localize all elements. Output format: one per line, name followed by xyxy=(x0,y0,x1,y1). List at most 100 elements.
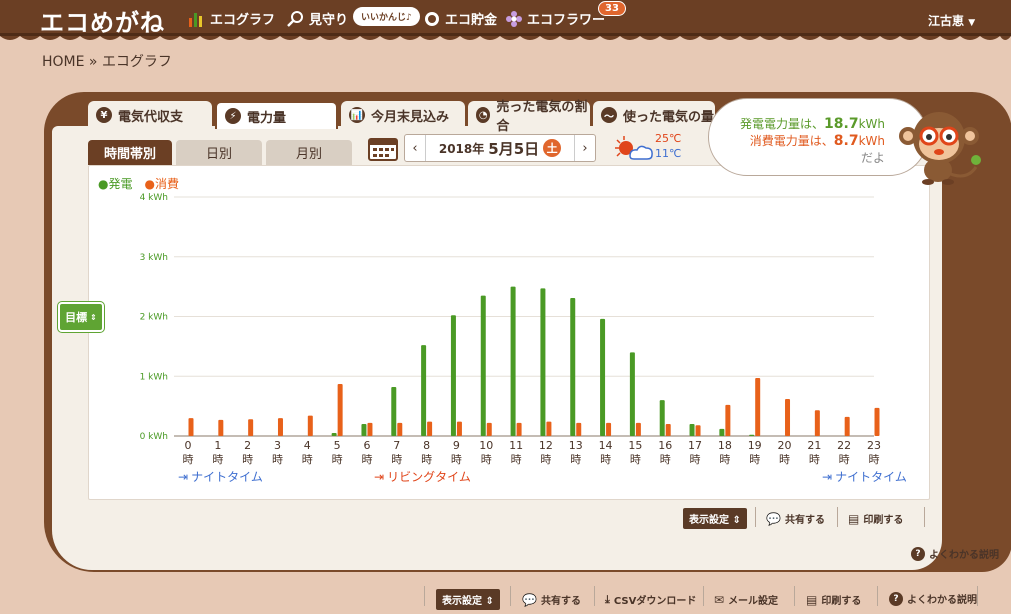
tab-label: 使った電気の量 xyxy=(623,109,715,125)
x-tick-label: 20 xyxy=(778,439,792,452)
temp-low: 11℃ xyxy=(655,147,682,160)
gen-prefix: 発電電力量は、 xyxy=(740,117,825,131)
x-tick-suffix: 時 xyxy=(690,453,701,466)
bar-generation xyxy=(331,433,337,436)
y-tick-label: 1 kWh xyxy=(140,372,168,382)
x-tick-suffix: 時 xyxy=(570,453,581,466)
prev-date-button[interactable]: ‹ xyxy=(405,141,425,156)
tab-label: 売った電気の割合 xyxy=(496,100,588,134)
x-tick-suffix: 時 xyxy=(749,453,760,466)
breadcrumb[interactable]: HOME » エコグラフ xyxy=(42,51,172,71)
bar-generation xyxy=(719,428,725,436)
tab-sold-ratio[interactable]: ◔ 売った電気の割合 xyxy=(468,100,590,134)
bar-consumption xyxy=(665,424,671,436)
bar-consumption xyxy=(606,422,612,436)
mail-label: メール設定 xyxy=(728,596,779,607)
x-tick-label: 6 xyxy=(363,439,370,452)
bar-generation xyxy=(421,345,427,436)
x-tick-label: 5 xyxy=(334,439,341,452)
bar-generation xyxy=(391,387,397,436)
bar-generation xyxy=(480,295,486,436)
x-tick-suffix: 時 xyxy=(511,453,522,466)
display-settings-button[interactable]: 表示設定 ⇕ xyxy=(683,508,747,529)
download-icon: ⤓ xyxy=(605,592,610,606)
bar-consumption xyxy=(277,418,283,436)
nav-label: エコグラフ xyxy=(210,13,276,28)
goal-button[interactable]: 目標 ⇕ xyxy=(58,302,104,332)
print-label: 印刷する xyxy=(863,515,904,526)
tab-power-amount[interactable]: ⚡ 電力量 xyxy=(215,101,338,129)
bar-generation xyxy=(749,434,755,436)
x-tick-label: 22 xyxy=(837,439,851,452)
button-label: 表示設定 xyxy=(689,515,729,526)
use-summary: 消費電力量は、8.7kWh xyxy=(750,132,885,149)
display-settings-button[interactable]: 表示設定 ⇕ xyxy=(436,589,500,610)
user-name: 江古恵 xyxy=(928,14,965,28)
date-selector: ‹ 2018年 5月5日 土 › xyxy=(404,134,596,162)
bar-consumption xyxy=(874,407,880,436)
time-zone-text: ナイトタイム xyxy=(835,470,907,484)
tab-electricity-balance[interactable]: ¥ 電気代収支 xyxy=(88,101,212,129)
x-tick-label: 23 xyxy=(867,439,881,452)
tab-month-end-forecast[interactable]: 📊 今月末見込み xyxy=(341,101,465,129)
gen-value: 18.7 xyxy=(824,116,859,132)
inner-share[interactable]: 💬 共有する xyxy=(766,511,825,527)
share-label: 共有する xyxy=(784,515,825,526)
day-of-week-badge: 土 xyxy=(543,139,562,157)
y-tick-label: 0 kWh xyxy=(140,432,168,442)
bar-consumption xyxy=(785,398,791,436)
bottom-csv-download[interactable]: ⤓ CSVダウンロード xyxy=(605,592,696,608)
bottom-display-settings[interactable]: 表示設定 ⇕ xyxy=(436,589,500,610)
gen-unit: kWh xyxy=(858,117,885,131)
divider xyxy=(703,586,704,606)
subtab-monthly[interactable]: 月別 xyxy=(266,140,352,165)
divider xyxy=(510,586,511,606)
bar-consumption xyxy=(456,421,462,436)
nav-mimamori[interactable]: 見守り xyxy=(287,9,348,28)
x-tick-label: 2 xyxy=(244,439,251,452)
bar-consumption xyxy=(844,416,850,436)
date-main: 5月5日 xyxy=(488,139,540,158)
bottom-print[interactable]: ▤ 印刷する xyxy=(806,592,861,608)
bar-consumption xyxy=(576,422,582,436)
bar-graph-icon xyxy=(189,12,202,27)
inner-print[interactable]: ▤ 印刷する xyxy=(848,511,904,527)
x-tick-suffix: 時 xyxy=(839,453,850,466)
flower-count-badge: 33 xyxy=(598,1,626,16)
bar-consumption xyxy=(755,378,761,436)
inner-help[interactable]: ? よくわかる説明 xyxy=(911,546,999,561)
date-display[interactable]: 2018年 5月5日 土 xyxy=(425,135,575,161)
nav-label: 見守り xyxy=(309,13,349,28)
app-logo[interactable]: エコめがね xyxy=(40,3,165,38)
bottom-help[interactable]: ? よくわかる説明 xyxy=(889,591,977,606)
bar-generation xyxy=(570,297,576,436)
bottom-mail-settings[interactable]: ✉ メール設定 xyxy=(714,592,779,608)
use-value: 8.7 xyxy=(833,133,859,149)
bar-generation xyxy=(689,424,695,436)
inner-display-settings[interactable]: 表示設定 ⇕ xyxy=(683,508,747,529)
yen-icon: ¥ xyxy=(96,107,112,123)
divider xyxy=(924,507,925,527)
status-bubble: いいかんじ♪ xyxy=(353,7,420,26)
x-tick-suffix: 時 xyxy=(869,453,880,466)
nav-eco-graph[interactable]: エコグラフ xyxy=(188,9,275,28)
nav-label: エコフラワー xyxy=(527,13,606,28)
x-tick-label: 12 xyxy=(539,439,553,452)
tab-used-amount[interactable]: 〜 使った電気の量 xyxy=(593,101,715,129)
x-tick-suffix: 時 xyxy=(302,453,313,466)
subtab-hourly[interactable]: 時間帯別 xyxy=(88,140,172,165)
user-menu[interactable]: 江古恵 ▼ xyxy=(928,12,975,29)
bottom-share[interactable]: 💬 共有する xyxy=(522,592,581,608)
y-tick-label: 3 kWh xyxy=(140,253,168,263)
nav-eco-flower[interactable]: エコフラワー xyxy=(505,9,605,28)
share-label: 共有する xyxy=(540,596,581,607)
next-date-button[interactable]: › xyxy=(575,141,595,156)
calendar-icon[interactable] xyxy=(368,135,398,161)
x-tick-suffix: 時 xyxy=(212,453,223,466)
bar-consumption xyxy=(635,422,641,436)
x-tick-suffix: 時 xyxy=(540,453,551,466)
bar-consumption xyxy=(814,410,820,436)
x-tick-suffix: 時 xyxy=(361,453,372,466)
subtab-daily[interactable]: 日別 xyxy=(176,140,262,165)
nav-eco-savings[interactable]: エコ貯金 xyxy=(423,9,497,28)
